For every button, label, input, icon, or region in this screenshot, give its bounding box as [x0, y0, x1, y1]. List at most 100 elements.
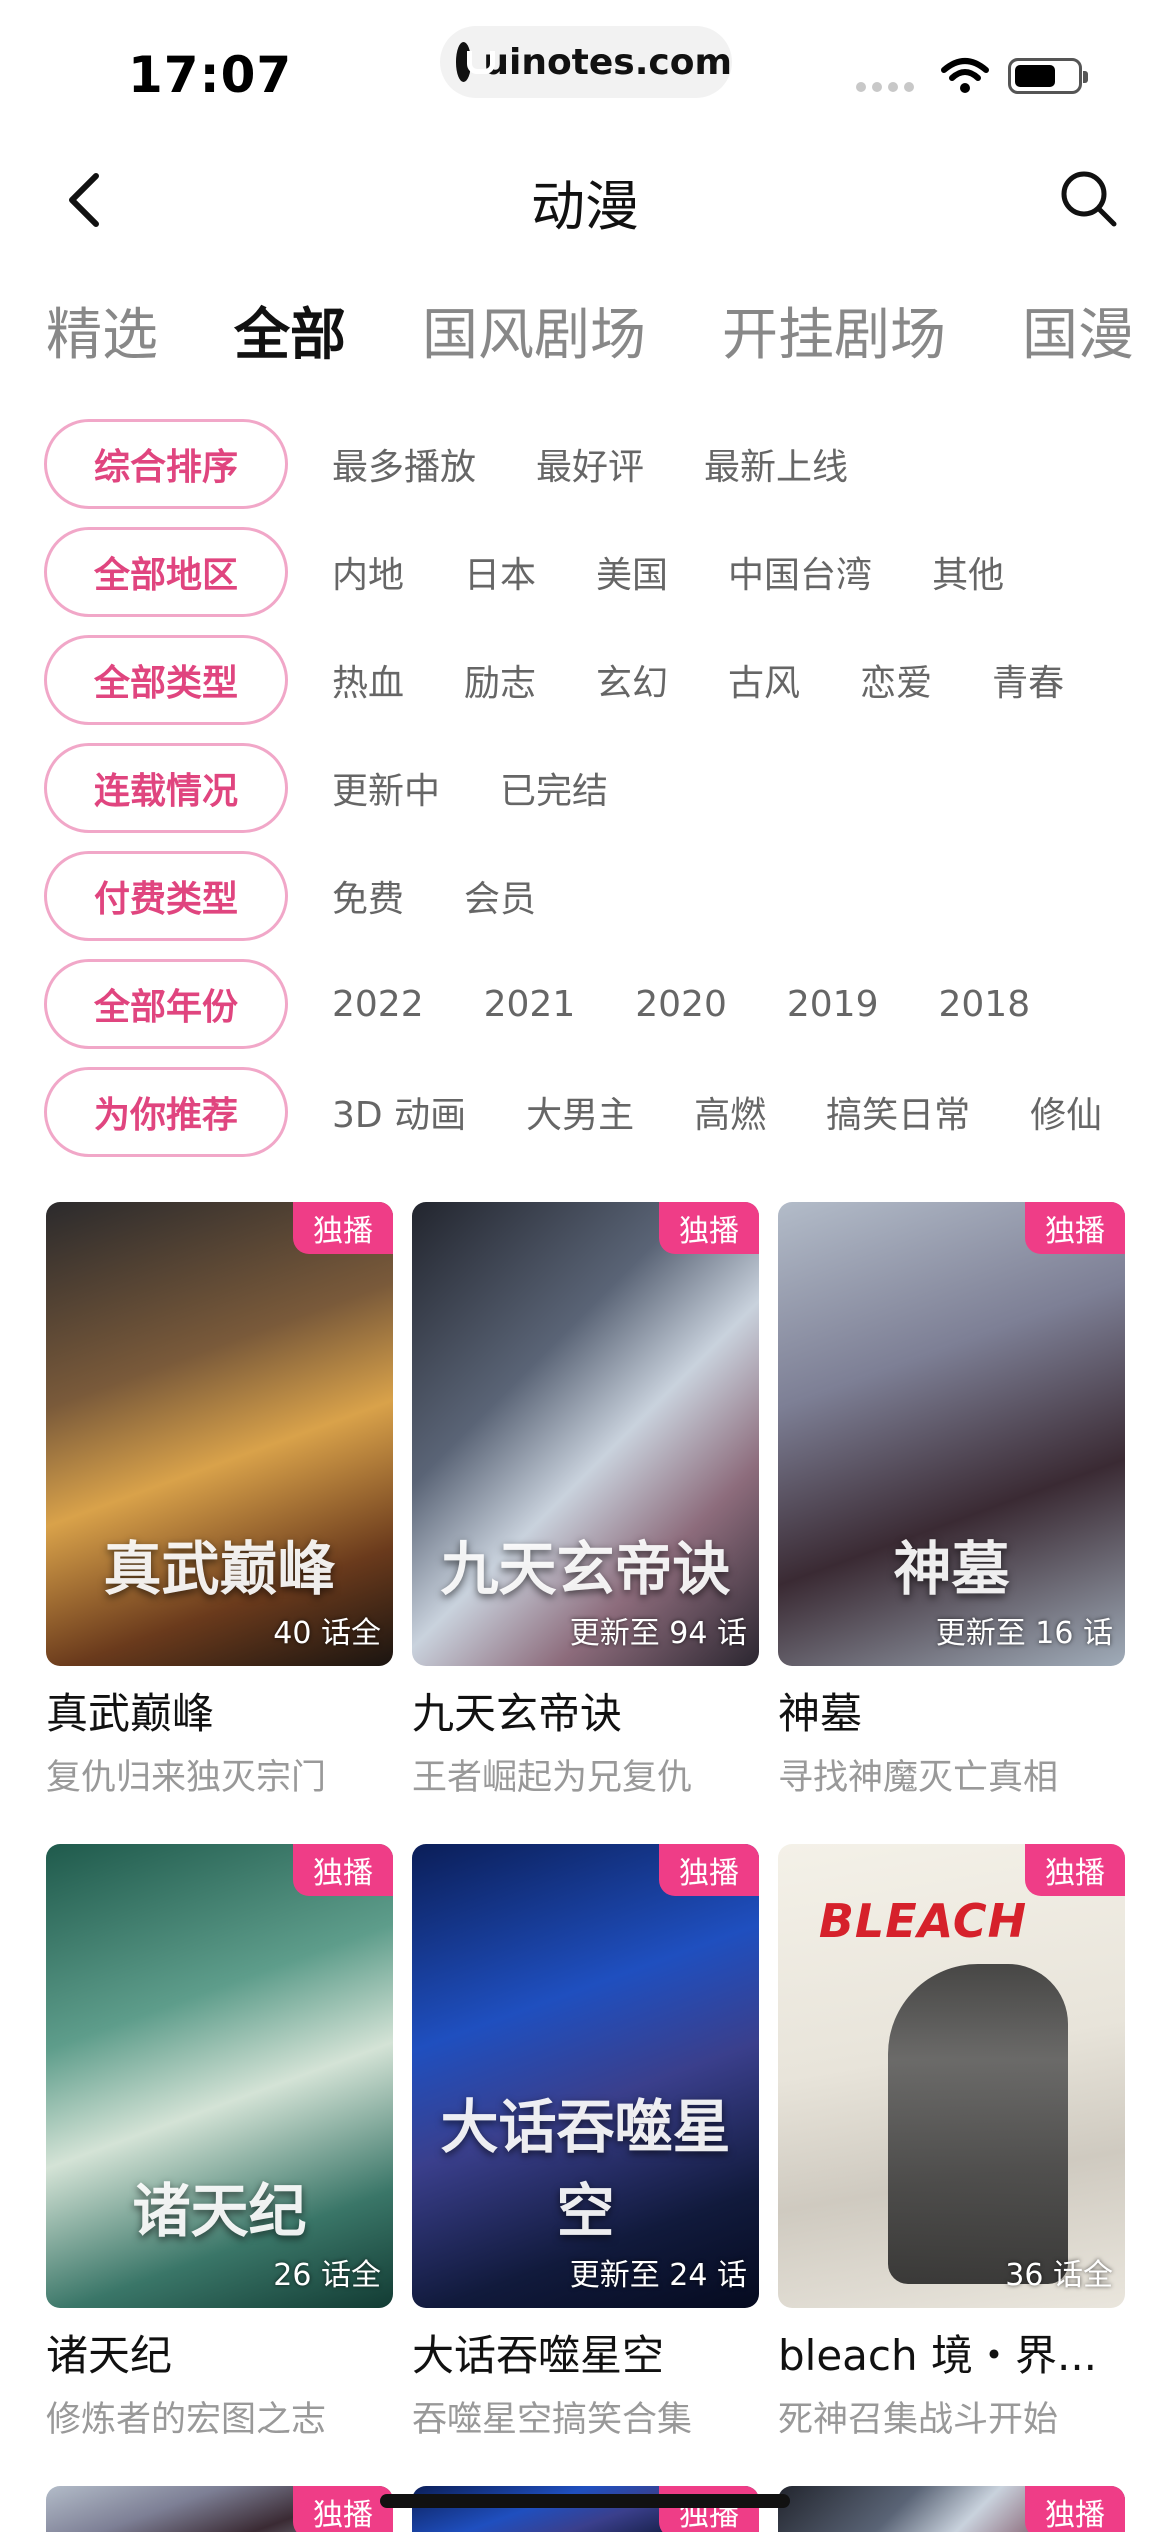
card-title[interactable]: 神墓: [778, 1680, 1125, 1741]
card-title[interactable]: bleach 境・界...: [778, 2322, 1125, 2383]
filter-pill-year[interactable]: 全部年份: [44, 959, 288, 1049]
filter-pill-region[interactable]: 全部地区: [44, 527, 288, 617]
filter-option[interactable]: 古风: [728, 654, 800, 706]
filter-option[interactable]: 励志: [464, 654, 536, 706]
card-title[interactable]: 诸天纪: [46, 2322, 393, 2383]
card-title[interactable]: 大话吞噬星空: [412, 2322, 759, 2383]
episode-count: 36 话全: [1005, 2258, 1113, 2293]
filter-row-sort: 综合排序 最多播放 最好评 最新上线: [44, 410, 1170, 518]
episode-count: 40 话全: [273, 1616, 381, 1651]
filter-option[interactable]: 2021: [484, 984, 576, 1025]
exclusive-badge: 独播: [293, 1202, 393, 1254]
filter-panel: 综合排序 最多播放 最好评 最新上线 全部地区 内地 日本 美国 中国台湾 其他…: [44, 410, 1170, 1166]
filter-option[interactable]: 2018: [939, 984, 1031, 1025]
home-indicator[interactable]: [380, 2494, 790, 2508]
status-time: 17:07: [128, 46, 293, 104]
card-subtitle: 寻找神魔灭亡真相: [778, 1758, 1059, 1798]
filter-option[interactable]: 最新上线: [704, 438, 848, 490]
site-logo-icon: [456, 42, 496, 82]
filter-pill-payment[interactable]: 付费类型: [44, 851, 288, 941]
filter-row-payment: 付费类型 免费 会员: [44, 842, 1170, 950]
card-subtitle: 吞噬星空搞笑合集: [412, 2400, 693, 2440]
exclusive-badge: 独播: [659, 1844, 759, 1896]
filter-option[interactable]: 2022: [332, 984, 424, 1025]
exclusive-badge: 独播: [1025, 1202, 1125, 1254]
filter-option[interactable]: 免费: [332, 870, 404, 922]
poster-image[interactable]: 独播: [412, 2486, 759, 2532]
tab-guofeng-theater[interactable]: 国风剧场: [422, 290, 646, 371]
filter-option[interactable]: 恋爱: [860, 654, 932, 706]
anime-card[interactable]: 九天玄帝诀 独播 更新至 94 话 九天玄帝诀 王者崛起为兄复仇: [412, 1202, 759, 1800]
exclusive-badge: 独播: [659, 1202, 759, 1254]
tab-kaigua-theater[interactable]: 开挂剧场: [722, 290, 946, 371]
poster-image[interactable]: BLEACH 独播 36 话全: [778, 1844, 1125, 2308]
episode-count: 26 话全: [273, 2258, 381, 2293]
exclusive-badge: 独播: [293, 1844, 393, 1896]
anime-card[interactable]: 真武巅峰 独播 40 话全 真武巅峰 复仇归来独灭宗门: [46, 1202, 393, 1800]
filter-option[interactable]: 搞笑日常: [826, 1086, 970, 1138]
tab-guoman[interactable]: 国漫: [1022, 290, 1134, 371]
poster-art-title: 大话吞噬星空: [440, 2093, 731, 2245]
card-title[interactable]: 九天玄帝诀: [412, 1680, 759, 1741]
filter-option[interactable]: 玄幻: [596, 654, 668, 706]
poster-image[interactable]: 诸天纪 独播 26 话全: [46, 1844, 393, 2308]
filter-option[interactable]: 修仙: [1030, 1086, 1102, 1138]
poster-figure: [888, 1964, 1068, 2284]
filter-option[interactable]: 高燃: [694, 1086, 766, 1138]
exclusive-badge: 独播: [293, 2486, 393, 2532]
card-subtitle: 复仇归来独灭宗门: [46, 1758, 327, 1798]
filter-option[interactable]: 热血: [332, 654, 404, 706]
search-icon[interactable]: [1056, 166, 1120, 230]
poster-art-title: 九天玄帝诀: [440, 1535, 731, 1603]
url-pill[interactable]: uinotes.com: [440, 26, 732, 98]
filter-option[interactable]: 已完结: [500, 762, 608, 814]
filter-option[interactable]: 内地: [332, 546, 404, 598]
anime-card[interactable]: 诸天纪 独播 26 话全 诸天纪 修炼者的宏图之志: [46, 1844, 393, 2442]
card-title[interactable]: 真武巅峰: [46, 1680, 393, 1741]
filter-pill-recommend[interactable]: 为你推荐: [44, 1067, 288, 1157]
poster-image[interactable]: 大话吞噬星空 独播 更新至 24 话: [412, 1844, 759, 2308]
filter-row-genre: 全部类型 热血 励志 玄幻 古风 恋爱 青春: [44, 626, 1170, 734]
anime-card[interactable]: 大话吞噬星空 独播 更新至 24 话 大话吞噬星空 吞噬星空搞笑合集: [412, 1844, 759, 2442]
filter-option[interactable]: 3D 动画: [332, 1086, 466, 1138]
poster-image[interactable]: 真武巅峰 独播 40 话全: [46, 1202, 393, 1666]
filter-option[interactable]: 会员: [464, 870, 536, 922]
card-subtitle: 修炼者的宏图之志: [46, 2400, 327, 2440]
poster-image[interactable]: 独播: [778, 2486, 1125, 2532]
tab-all[interactable]: 全部: [234, 290, 346, 371]
url-text: uinotes.com: [483, 41, 732, 83]
filter-pill-genre[interactable]: 全部类型: [44, 635, 288, 725]
battery-icon: [1008, 58, 1088, 94]
anime-card[interactable]: BLEACH 独播 36 话全 bleach 境・界... 死神召集战斗开始: [778, 1844, 1125, 2442]
poster-image[interactable]: 九天玄帝诀 独播 更新至 94 话: [412, 1202, 759, 1666]
filter-option[interactable]: 美国: [596, 546, 668, 598]
filter-option[interactable]: 2019: [787, 984, 879, 1025]
poster-image[interactable]: 神墓 独播 更新至 16 话: [778, 1202, 1125, 1666]
exclusive-badge: 独播: [1025, 2486, 1125, 2532]
filter-option[interactable]: 青春: [992, 654, 1064, 706]
anime-card[interactable]: 神墓 独播 更新至 16 话 神墓 寻找神魔灭亡真相: [778, 1202, 1125, 1800]
filter-row-region: 全部地区 内地 日本 美国 中国台湾 其他: [44, 518, 1170, 626]
tab-featured[interactable]: 精选: [46, 290, 158, 371]
filter-option[interactable]: 大男主: [526, 1086, 634, 1138]
filter-option[interactable]: 其他: [932, 546, 1004, 598]
filter-pill-sort[interactable]: 综合排序: [44, 419, 288, 509]
card-subtitle: 王者崛起为兄复仇: [412, 1758, 693, 1798]
filter-option[interactable]: 日本: [464, 546, 536, 598]
poster-image[interactable]: 独播: [46, 2486, 393, 2532]
filter-row-year: 全部年份 2022 2021 2020 2019 2018: [44, 950, 1170, 1058]
poster-logo: BLEACH: [818, 1894, 1028, 1948]
card-subtitle: 死神召集战斗开始: [778, 2400, 1059, 2440]
filter-option[interactable]: 更新中: [332, 762, 440, 814]
poster-art-title: 诸天纪: [132, 2177, 307, 2245]
filter-option[interactable]: 最多播放: [332, 438, 476, 490]
filter-row-status: 连载情况 更新中 已完结: [44, 734, 1170, 842]
nav-bar: 动漫: [0, 150, 1170, 250]
filter-option[interactable]: 中国台湾: [728, 546, 872, 598]
filter-pill-status[interactable]: 连载情况: [44, 743, 288, 833]
category-tabs: 精选 全部 国风剧场 开挂剧场 国漫: [46, 290, 1170, 371]
episode-count: 更新至 24 话: [569, 2258, 747, 2293]
episode-count: 更新至 16 话: [935, 1616, 1113, 1651]
filter-option[interactable]: 2020: [635, 984, 727, 1025]
filter-option[interactable]: 最好评: [536, 438, 644, 490]
